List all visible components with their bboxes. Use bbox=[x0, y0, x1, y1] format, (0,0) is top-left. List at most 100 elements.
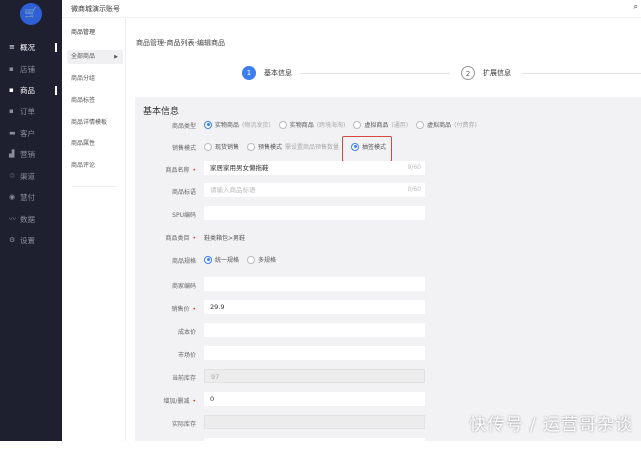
sidebar-item-customers[interactable]: ▬ 客户 bbox=[9, 128, 57, 139]
radio-label: 虚拟商品 bbox=[427, 122, 452, 129]
logo-cart-icon[interactable]: 🛒 bbox=[20, 3, 42, 25]
divider bbox=[72, 186, 117, 187]
subnav-item-reviews[interactable]: 商品评论 bbox=[67, 159, 123, 173]
arrow-right-icon: ▶ bbox=[114, 54, 118, 60]
subnav-item-templates[interactable]: 商品详情模板 bbox=[67, 116, 123, 130]
subnav-item-tags[interactable]: 商品标签 bbox=[67, 94, 123, 108]
sidebar-item-settings[interactable]: ⚙ 设置 bbox=[9, 235, 57, 246]
section-title: 基本信息 bbox=[143, 107, 180, 117]
label-actual-stock: 实际库存 bbox=[171, 421, 196, 428]
store-icon: ▪ bbox=[9, 65, 14, 73]
radio-type-physical[interactable]: 实物商品 (物流发货) bbox=[204, 120, 271, 129]
next-input[interactable] bbox=[204, 438, 425, 452]
data-icon: 〰 bbox=[9, 215, 16, 223]
chart-icon: ▟ bbox=[9, 150, 15, 158]
required-mark: • bbox=[192, 398, 196, 405]
step-line bbox=[522, 73, 641, 74]
label-market: 市场价 bbox=[177, 352, 196, 359]
account-title: 微商城演示账号 bbox=[71, 5, 120, 13]
sidebar-item-marketing[interactable]: ▟ 营销 bbox=[9, 149, 57, 160]
market-price-input[interactable] bbox=[204, 346, 425, 360]
required-mark: • bbox=[192, 235, 196, 242]
active-indicator bbox=[55, 43, 57, 52]
sidebar-label: 设置 bbox=[20, 236, 35, 245]
step-number: 2 bbox=[461, 66, 475, 80]
sidebar-label: 营销 bbox=[20, 150, 35, 159]
merchant-code-input[interactable] bbox=[204, 277, 425, 291]
watermark: 快传号 / 运营哥杂谈 bbox=[469, 415, 633, 435]
sidebar-label: 店铺 bbox=[20, 65, 35, 74]
radio-label: 现货销售 bbox=[215, 144, 240, 151]
sidebar-item-store[interactable]: ▪ 店铺 bbox=[9, 64, 57, 75]
label-spec: 商品规格 bbox=[171, 258, 196, 265]
label-adjust: 增加/删减 • bbox=[134, 396, 196, 405]
radio-type-coupon[interactable]: 虚拟商品 (付费券) bbox=[416, 120, 477, 129]
slogan-input[interactable]: 请输入商品标语 0/60 bbox=[204, 183, 425, 197]
radio-dot bbox=[247, 142, 256, 151]
radio-dot bbox=[204, 142, 212, 151]
adjust-input[interactable]: 0 bbox=[204, 392, 425, 406]
sidebar-item-products[interactable]: ▪ 商品 bbox=[9, 85, 57, 96]
menu-icon: ≡ bbox=[9, 43, 15, 51]
radio-dot bbox=[278, 120, 287, 129]
category-value: 鞋类箱包>男鞋 bbox=[204, 235, 246, 242]
breadcrumb: 商品管理-商品列表-编辑商品 bbox=[136, 39, 226, 47]
radio-dot bbox=[204, 255, 212, 264]
sidebar-label: 概况 bbox=[20, 43, 35, 52]
radio-hint: (物流发货) bbox=[242, 122, 271, 129]
radio-label: 多规格 bbox=[258, 257, 277, 264]
top-bar: 微商城演示账号 ⌕ bbox=[62, 0, 641, 18]
subnav-item-all-products[interactable]: 全部商品 ▶ bbox=[67, 50, 123, 64]
step-1[interactable]: 1 基本信息 bbox=[242, 66, 292, 80]
step-2[interactable]: 2 扩展信息 bbox=[461, 66, 511, 80]
sidebar-item-orders[interactable]: ▪ 订单 bbox=[9, 106, 57, 117]
char-count: 9/60 bbox=[407, 164, 421, 171]
input-placeholder: 请输入商品标语 bbox=[210, 186, 256, 194]
label-price: 销售价 • bbox=[134, 304, 196, 313]
sidebar-label: 客户 bbox=[20, 129, 35, 138]
subnav-label: 全部商品 bbox=[71, 53, 96, 60]
label-text: 商品类目 bbox=[165, 235, 190, 242]
sidebar-label: 订单 bbox=[20, 107, 35, 116]
radio-label: 统一规格 bbox=[215, 257, 240, 264]
radio-dot bbox=[204, 120, 212, 129]
cost-input[interactable] bbox=[204, 323, 425, 337]
sidebar: 🛒 ≡ 概况 ▪ 店铺 ▪ 商品 ▪ 订单 ▬ 客户 ▟ 营销 ♲ 渠道 ◉ 慧付 〰数据 ⚙ 设… bbox=[0, 0, 62, 441]
stock-input: 97 bbox=[204, 369, 425, 383]
sub-nav: 商品管理 全部商品 ▶ 商品分组 商品标签 商品详情模板 商品属性 商品评论 bbox=[62, 18, 126, 441]
label-text: 增加/删减 bbox=[163, 398, 190, 405]
radio-single-spec[interactable]: 统一规格 bbox=[204, 255, 239, 264]
label-category: 商品类目 • bbox=[134, 233, 196, 242]
highlight-box bbox=[342, 136, 392, 162]
radio-type-virtual[interactable]: 虚拟商品 (通用) bbox=[353, 120, 408, 129]
label-slogan: 商品标语 bbox=[171, 189, 196, 196]
subnav-title: 商品管理 bbox=[71, 29, 96, 36]
input-value: 家居家用男女懒拖鞋 bbox=[210, 164, 269, 172]
radio-label: 实物商品 bbox=[215, 122, 240, 129]
sidebar-item-data[interactable]: 〰数据 bbox=[9, 214, 57, 225]
label-stock: 当前库存 bbox=[171, 375, 196, 382]
step-label: 扩展信息 bbox=[483, 69, 511, 77]
sidebar-label: 渠道 bbox=[20, 172, 35, 181]
radio-hint: (跨境海淘) bbox=[316, 122, 346, 129]
sidebar-label: 数据 bbox=[20, 215, 35, 224]
label-name: 商品名称 • bbox=[134, 165, 196, 174]
subnav-item-groups[interactable]: 商品分组 bbox=[67, 72, 123, 86]
name-input[interactable]: 家居家用男女懒拖鞋 9/60 bbox=[204, 161, 425, 175]
price-input[interactable]: 29.9 bbox=[204, 300, 425, 314]
step-number: 1 bbox=[242, 66, 256, 80]
radio-multi-spec[interactable]: 多规格 bbox=[247, 255, 276, 264]
step-label: 基本信息 bbox=[264, 69, 292, 77]
search-icon[interactable]: ⌕ bbox=[634, 2, 638, 12]
char-count: 0/60 bbox=[407, 186, 421, 193]
radio-presale[interactable]: 预售模式 需设置商品预售数量 bbox=[247, 142, 339, 151]
active-indicator bbox=[55, 86, 57, 95]
subnav-item-attributes[interactable]: 商品属性 bbox=[67, 137, 123, 151]
radio-dot bbox=[353, 120, 362, 129]
radio-type-crossborder[interactable]: 实物商品 (跨境海淘) bbox=[278, 120, 346, 129]
sidebar-item-pay[interactable]: ◉ 慧付 bbox=[9, 192, 57, 203]
sidebar-item-overview[interactable]: ≡ 概况 bbox=[9, 42, 57, 53]
sidebar-item-channels[interactable]: ♲ 渠道 bbox=[9, 171, 57, 182]
radio-spot-sale[interactable]: 现货销售 bbox=[204, 142, 239, 151]
spu-input[interactable] bbox=[204, 206, 425, 220]
